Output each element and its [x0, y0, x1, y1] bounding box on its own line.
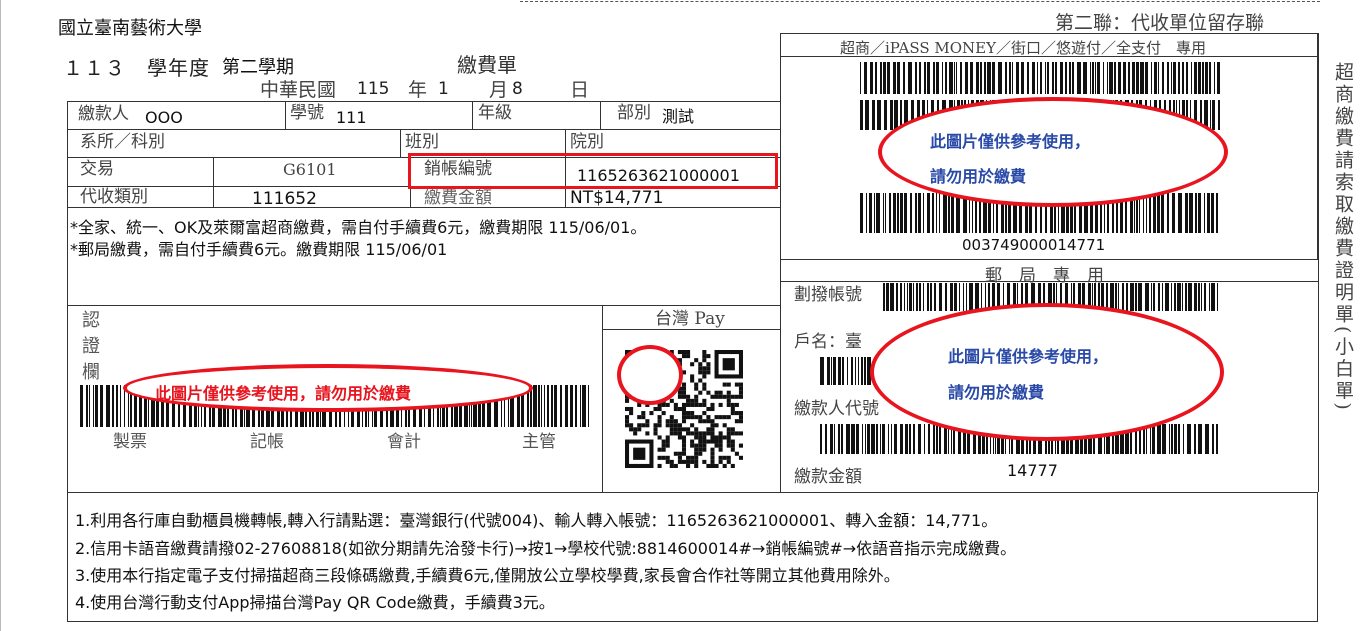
date-day: 8: [512, 79, 523, 99]
date-era: 中華民國: [260, 79, 337, 101]
store-barcode-number: 003749000014771: [962, 236, 1106, 254]
academic-year: １１３ 學年度: [63, 56, 210, 80]
store-header: 超商／iPASS MONEY／街口／悠遊付／全支付 專用: [840, 39, 1207, 57]
date-year: 115: [357, 79, 390, 99]
store-notice-line1: 此圖片僅供參考使用，: [930, 132, 1091, 151]
cert-label-1: 認: [82, 310, 100, 331]
post-payer-code-label: 繳款人代號: [794, 399, 879, 419]
payer-label: 繳款人: [78, 104, 129, 124]
sig-accounting: 會計: [387, 432, 421, 452]
instruction-2: 2.信用卡語音繳費請撥02-27608818(如欲分期請先洽發卡行)→按1→學校…: [75, 539, 1017, 558]
bill-title: 繳費單: [457, 53, 517, 77]
department-label: 系所／科別: [80, 132, 165, 152]
sig-bookkeeping: 記帳: [250, 432, 284, 452]
college-label: 院別: [570, 132, 604, 152]
post-amount-value: 14777: [1007, 461, 1058, 480]
transaction-value: G6101: [283, 160, 337, 179]
dept-value: 測試: [662, 107, 695, 126]
post-name-label: 戶名：臺: [794, 332, 862, 352]
date-day-unit: 日: [570, 79, 590, 101]
date-month-unit: 月: [489, 79, 509, 101]
taiwan-pay-title: 台灣 Pay: [655, 309, 725, 329]
store-notice-ellipse: [878, 97, 1228, 207]
date-year-unit: 年: [408, 79, 428, 101]
post-transfer-label: 劃撥帳號: [794, 285, 862, 305]
student-no-label: 學號: [290, 103, 324, 123]
grade-label: 年級: [478, 103, 512, 123]
amount-label: 繳費金額: [424, 188, 492, 208]
fee-note-2: *郵局繳費，需自付手續費6元。繳費期限 115/06/01: [70, 240, 448, 259]
post-amount-label: 繳款金額: [794, 467, 862, 487]
class-label: 班別: [405, 132, 439, 152]
post-notice-line1: 此圖片僅供參考使用，: [948, 347, 1109, 366]
student-no-value: 111: [336, 108, 367, 127]
agency-type-label: 代收類別: [80, 187, 148, 207]
amount-value: NT$14,771: [570, 188, 664, 208]
agency-type-value: 111652: [252, 189, 317, 209]
post-notice-line2: 請勿用於繳費: [948, 383, 1045, 402]
top-dashed-border: [520, 1, 1320, 2]
transaction-label: 交易: [80, 159, 114, 179]
fee-note-1: *全家、統一、OK及萊爾富超商繳費，需自付手續費6元，繳費期限 115/06/0…: [70, 218, 647, 237]
date-month: 1: [438, 79, 449, 99]
left-border: [0, 0, 1, 631]
instruction-3: 3.使用本行指定電子支付掃描超商三段條碼繳費,手續費6元,僅開放公立學校學費,家…: [75, 566, 900, 585]
cert-notice: 此圖片僅供參考使用，請勿用於繳費: [155, 384, 412, 403]
qr-ellipse: [617, 345, 683, 405]
sig-ticket: 製票: [113, 432, 147, 452]
sig-supervisor: 主管: [522, 432, 556, 452]
instruction-4: 4.使用台灣行動支付App掃描台灣Pay QR Code繳費，手續費3元。: [75, 593, 555, 612]
store-barcode-1: [860, 62, 1220, 94]
instruction-1: 1.利用各行庫自動櫃員機轉帳,轉入行請點選：臺灣銀行(代號004)、輸人轉入帳號…: [75, 511, 998, 530]
account-no-highlight: [408, 153, 778, 189]
cert-label-2: 證: [82, 336, 100, 357]
cert-label-3: 欄: [82, 362, 100, 383]
post-notice-ellipse: [870, 303, 1224, 441]
dept-label: 部別: [617, 103, 651, 123]
payer-value: OOO: [145, 108, 183, 127]
store-notice-line2: 請勿用於繳費: [930, 167, 1027, 186]
copy-label: 第二聯：代收單位留存聯: [1055, 12, 1265, 34]
side-title: 超商繳費請索取繳費證明單(小白單): [1332, 62, 1354, 413]
school-name: 國立臺南藝術大學: [58, 18, 202, 39]
